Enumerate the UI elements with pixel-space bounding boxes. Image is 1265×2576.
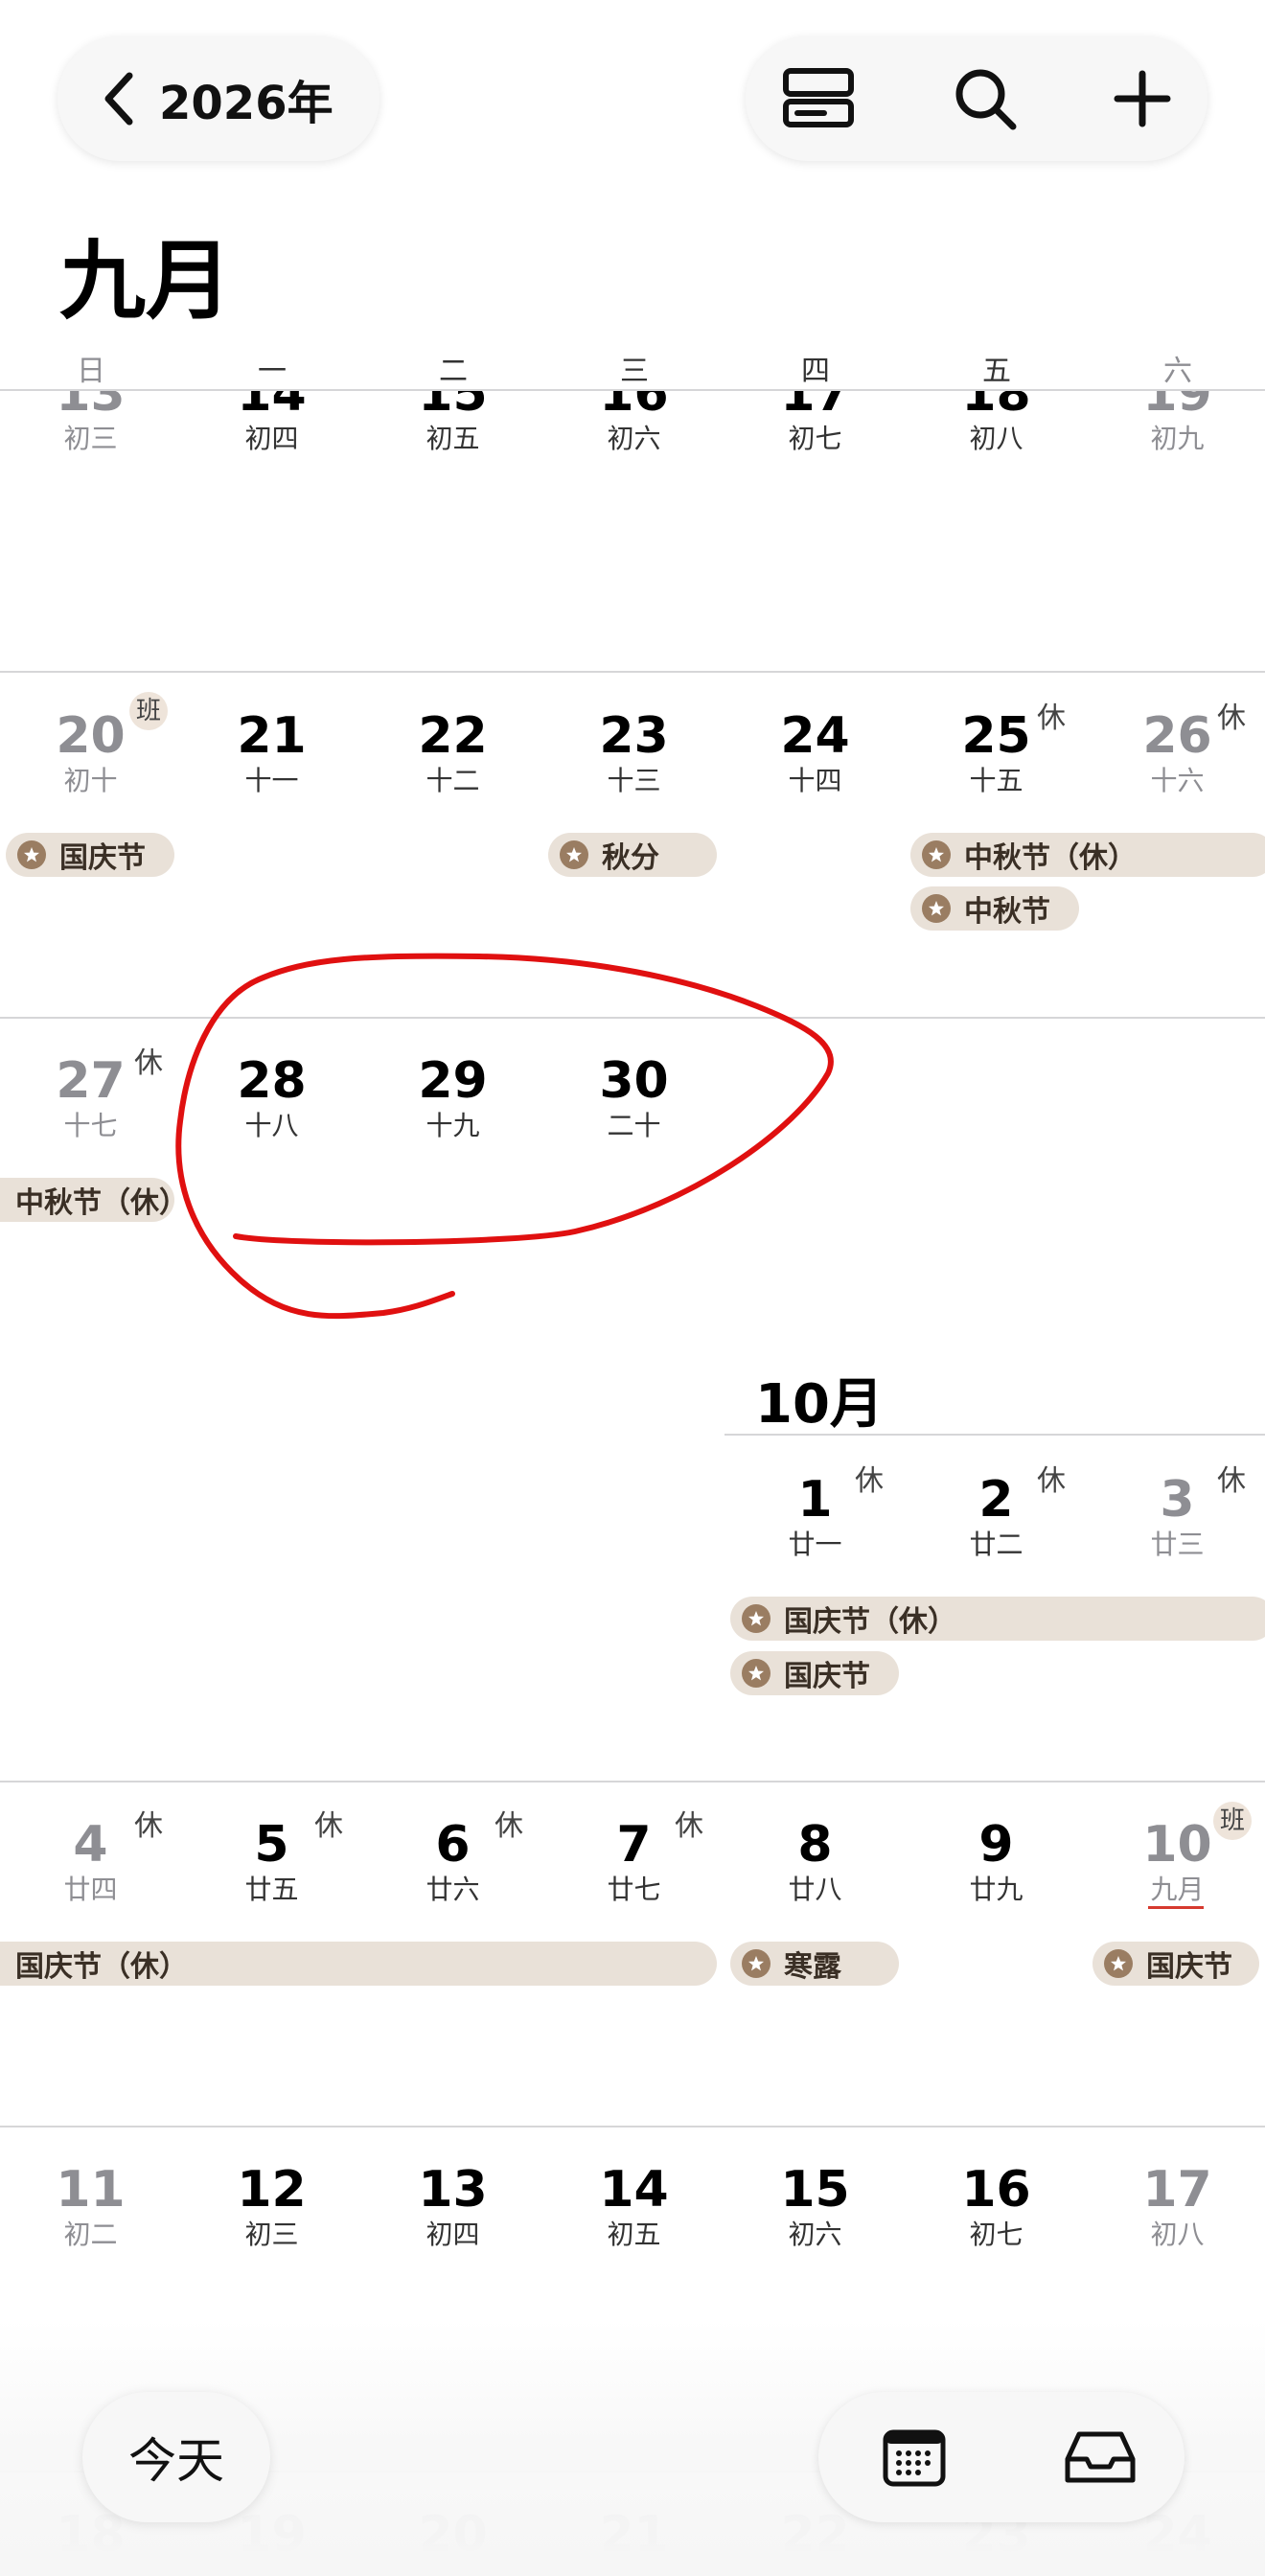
holiday-badge: 休 [675,1809,703,1843]
workday-badge: 班 [1213,1802,1252,1840]
event-chip[interactable]: 国庆节 [1092,1942,1259,1986]
holiday-badge: 休 [1037,702,1066,735]
day-cell[interactable]: 8 廿八 [724,1815,906,1905]
star-icon [742,1659,770,1688]
day-cell[interactable]: 13 初三 [0,391,181,454]
day-cell[interactable]: 22 十二 [362,706,543,796]
star-icon [1104,1949,1133,1978]
event-chip[interactable]: 国庆节（休） [730,1597,1265,1641]
day-cell[interactable]: 15 初五 [362,391,543,454]
event-chip[interactable]: 国庆节 [6,833,174,877]
day-cell[interactable]: 24 十四 [724,706,906,796]
month-title-october: 10月 [755,1373,884,1436]
weekday-sun: 日 [77,355,105,388]
holiday-badge: 休 [1217,1464,1246,1498]
holiday-badge: 休 [134,1809,163,1843]
day-cell[interactable]: 29 十九 [362,1051,543,1141]
month-divider [724,1434,1265,1436]
back-to-year-button[interactable]: 2026年 [58,36,380,161]
week-divider [0,2126,1265,2128]
weekday-tue: 二 [439,355,468,388]
day-cell[interactable]: 18 初八 [906,391,1087,454]
holiday-badge: 休 [494,1809,523,1843]
weekday-mon: 一 [258,355,287,388]
week-divider [0,671,1265,673]
event-chip[interactable]: 国庆节 [730,1651,899,1695]
holiday-badge: 休 [855,1464,884,1498]
day-cell[interactable]: 12 初三 [181,2160,362,2250]
workday-badge: 班 [129,692,168,730]
weekday-wed: 三 [620,355,649,388]
weekday-sat: 六 [1163,355,1192,388]
star-icon [17,840,46,869]
day-cell[interactable]: 17 初八 [1087,2160,1265,2250]
day-cell[interactable]: 30 二十 [543,1051,724,1141]
event-chip[interactable]: 国庆节（休） [0,1942,717,1986]
calendar-icon[interactable] [876,2419,953,2496]
month-title: 九月 [59,231,232,332]
day-cell[interactable]: 23 十三 [543,706,724,796]
star-icon [922,840,951,869]
day-cell[interactable]: 14 初五 [543,2160,724,2250]
weekday-fri: 五 [982,355,1011,388]
event-chip[interactable]: 中秋节（休） [910,833,1265,877]
event-chip[interactable]: 中秋节 [910,886,1079,931]
star-icon [742,1604,770,1633]
bottom-actions [818,2392,1184,2522]
day-cell[interactable]: 15 初六 [724,2160,906,2250]
holiday-badge: 休 [1037,1464,1066,1498]
day-cell[interactable]: 11 初二 [0,2160,181,2250]
day-cell[interactable]: 21 十一 [181,706,362,796]
lunar-month-marker [1148,1906,1204,1909]
day-cell[interactable]: 19 初九 [1087,391,1265,454]
day-cell[interactable]: 16 初六 [543,391,724,454]
plus-icon[interactable] [1104,60,1181,137]
week-divider [0,1781,1265,1782]
chevron-left-icon [84,36,151,161]
day-cell[interactable]: 16 初七 [906,2160,1087,2250]
weekday-thu: 四 [801,355,830,388]
star-icon [922,894,951,923]
day-cell[interactable]: 14 初四 [181,391,362,454]
star-icon [560,840,588,869]
event-chip[interactable]: 秋分 [548,833,717,877]
holiday-badge: 休 [314,1809,343,1843]
day-cell[interactable]: 28 十八 [181,1051,362,1141]
header-actions [746,36,1208,161]
holiday-badge: 休 [134,1046,163,1080]
day-view-icon[interactable] [780,60,857,137]
event-chip[interactable]: 寒露 [730,1942,899,1986]
search-icon[interactable] [947,60,1024,137]
day-cell[interactable]: 9 廿九 [906,1815,1087,1905]
year-label: 2026年 [159,77,334,130]
today-button[interactable]: 今天 [82,2392,270,2522]
holiday-badge: 休 [1217,702,1246,735]
event-chip[interactable]: 中秋节（休） [0,1178,174,1222]
week-divider [0,1017,1265,1019]
day-cell[interactable]: 13 初四 [362,2160,543,2250]
inbox-icon[interactable] [1062,2419,1138,2496]
day-cell[interactable]: 17 初七 [724,391,906,454]
star-icon [742,1949,770,1978]
